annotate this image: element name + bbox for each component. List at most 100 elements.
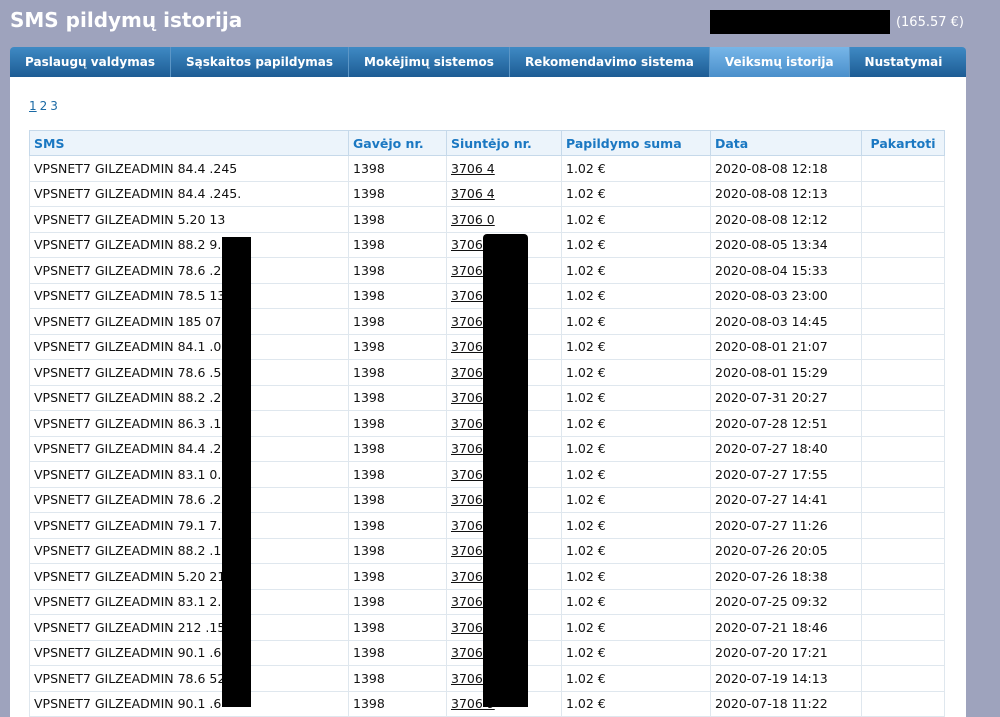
- repeat-cell[interactable]: [861, 333, 945, 360]
- repeat-cell[interactable]: [861, 665, 945, 692]
- repeat-cell[interactable]: [861, 206, 945, 233]
- date-cell: 2020-07-27 17:55: [710, 461, 862, 488]
- amount-cell: 1.02 €: [561, 461, 711, 488]
- page-title: SMS pildymų istorija: [10, 8, 243, 32]
- repeat-cell[interactable]: [861, 231, 945, 258]
- recipient-cell: 1398: [348, 333, 447, 360]
- sms-cell: VPSNET7 GILZEADMIN 78.6 .245: [29, 257, 349, 284]
- pagination: 123: [29, 99, 61, 113]
- recipient-cell: 1398: [348, 486, 447, 513]
- amount-cell: 1.02 €: [561, 384, 711, 411]
- recipient-cell: 1398: [348, 180, 447, 207]
- recipient-cell: 1398: [348, 588, 447, 615]
- sender-cell: 3706 0: [446, 206, 562, 233]
- repeat-cell[interactable]: [861, 461, 945, 488]
- table-row: VPSNET7 GILZEADMIN 84.4 .245. 1398 3706 4 1…: [29, 180, 945, 207]
- page-link-2[interactable]: 2: [40, 99, 48, 113]
- recipient-cell: 1398: [348, 537, 447, 564]
- repeat-cell[interactable]: [861, 410, 945, 437]
- repeat-cell[interactable]: [861, 384, 945, 411]
- sms-cell: VPSNET7 GILZEADMIN 78.6 52: [29, 665, 349, 692]
- recipient-cell: 1398: [348, 512, 447, 539]
- account-balance: (165.57 €): [895, 14, 964, 30]
- redaction-bar-ip: [222, 237, 251, 707]
- repeat-cell[interactable]: [861, 639, 945, 666]
- amount-cell: 1.02 €: [561, 180, 711, 207]
- repeat-cell[interactable]: [861, 690, 945, 717]
- repeat-cell[interactable]: [861, 359, 945, 386]
- date-cell: 2020-07-28 12:51: [710, 410, 862, 437]
- nav-tab-1[interactable]: Sąskaitos papildymas: [171, 47, 350, 77]
- sms-cell: VPSNET7 GILZEADMIN 5.20 13: [29, 206, 349, 233]
- repeat-cell[interactable]: [861, 308, 945, 335]
- nav-tab-4[interactable]: Veiksmų istorija: [709, 47, 850, 77]
- table-header-row: SMS Gavėjo nr. Siuntėjo nr. Papildymo su…: [29, 130, 945, 156]
- sms-cell: VPSNET7 GILZEADMIN 84.4 .245.: [29, 180, 349, 207]
- repeat-cell[interactable]: [861, 512, 945, 539]
- repeat-cell[interactable]: [861, 614, 945, 641]
- date-cell: 2020-08-08 12:13: [710, 180, 862, 207]
- page-link-1[interactable]: 1: [29, 99, 37, 113]
- column-header-recipient[interactable]: Gavėjo nr.: [348, 130, 447, 156]
- recipient-cell: 1398: [348, 665, 447, 692]
- repeat-cell[interactable]: [861, 257, 945, 284]
- main-navigation: Paslaugų valdymas Sąskaitos papildymas Mok…: [10, 47, 966, 77]
- recipient-cell: 1398: [348, 563, 447, 590]
- sms-cell: VPSNET7 GILZEADMIN 212 .157: [29, 614, 349, 641]
- column-header-amount[interactable]: Papildymo suma: [561, 130, 711, 156]
- sms-cell: VPSNET7 GILZEADMIN 79.1 7.39: [29, 512, 349, 539]
- repeat-cell[interactable]: [861, 537, 945, 564]
- table-row: VPSNET7 GILZEADMIN 84.4 .245 1398 3706 4 1.…: [29, 155, 945, 182]
- amount-cell: 1.02 €: [561, 308, 711, 335]
- sms-cell: VPSNET7 GILZEADMIN 83.1 2.184: [29, 588, 349, 615]
- recipient-cell: 1398: [348, 639, 447, 666]
- repeat-cell[interactable]: [861, 180, 945, 207]
- date-cell: 2020-07-27 14:41: [710, 486, 862, 513]
- recipient-cell: 1398: [348, 206, 447, 233]
- date-cell: 2020-07-31 20:27: [710, 384, 862, 411]
- sender-link[interactable]: 3706 0: [451, 212, 495, 227]
- amount-cell: 1.02 €: [561, 639, 711, 666]
- page-link-3[interactable]: 3: [50, 99, 58, 113]
- repeat-cell[interactable]: [861, 486, 945, 513]
- redacted-account-name: [709, 10, 890, 34]
- amount-cell: 1.02 €: [561, 359, 711, 386]
- date-cell: 2020-07-19 14:13: [710, 665, 862, 692]
- sender-link[interactable]: 3706 4: [451, 161, 495, 176]
- sender-link[interactable]: 3706 4: [451, 186, 495, 201]
- repeat-cell[interactable]: [861, 563, 945, 590]
- nav-tab-0[interactable]: Paslaugų valdymas: [10, 47, 171, 77]
- column-header-sms[interactable]: SMS: [29, 130, 349, 156]
- amount-cell: 1.02 €: [561, 206, 711, 233]
- date-cell: 2020-08-03 14:45: [710, 308, 862, 335]
- date-cell: 2020-08-03 23:00: [710, 282, 862, 309]
- column-header-date[interactable]: Data: [710, 130, 862, 156]
- repeat-cell[interactable]: [861, 588, 945, 615]
- date-cell: 2020-07-27 11:26: [710, 512, 862, 539]
- sms-cell: VPSNET7 GILZEADMIN 185 07.112: [29, 308, 349, 335]
- nav-tab-5[interactable]: Nustatymai: [850, 47, 958, 77]
- sms-cell: VPSNET7 GILZEADMIN 78.6 .222: [29, 486, 349, 513]
- date-cell: 2020-08-04 15:33: [710, 257, 862, 284]
- repeat-cell[interactable]: [861, 435, 945, 462]
- account-info: (165.57 €): [709, 10, 964, 34]
- sms-cell: VPSNET7 GILZEADMIN 88.2 9.71: [29, 231, 349, 258]
- nav-tab-3[interactable]: Rekomendavimo sistema: [510, 47, 710, 77]
- recipient-cell: 1398: [348, 257, 447, 284]
- column-header-sender[interactable]: Siuntėjo nr.: [446, 130, 562, 156]
- column-header-repeat: Pakartoti: [861, 130, 945, 156]
- date-cell: 2020-08-08 12:18: [710, 155, 862, 182]
- amount-cell: 1.02 €: [561, 155, 711, 182]
- date-cell: 2020-08-05 13:34: [710, 231, 862, 258]
- nav-tab-2[interactable]: Mokėjimų sistemos: [349, 47, 510, 77]
- repeat-cell[interactable]: [861, 155, 945, 182]
- sms-cell: VPSNET7 GILZEADMIN 88.2 .103: [29, 537, 349, 564]
- repeat-cell[interactable]: [861, 282, 945, 309]
- recipient-cell: 1398: [348, 435, 447, 462]
- sms-cell: VPSNET7 GILZEADMIN 78.6 .50: [29, 359, 349, 386]
- date-cell: 2020-08-08 12:12: [710, 206, 862, 233]
- amount-cell: 1.02 €: [561, 588, 711, 615]
- amount-cell: 1.02 €: [561, 410, 711, 437]
- amount-cell: 1.02 €: [561, 537, 711, 564]
- recipient-cell: 1398: [348, 155, 447, 182]
